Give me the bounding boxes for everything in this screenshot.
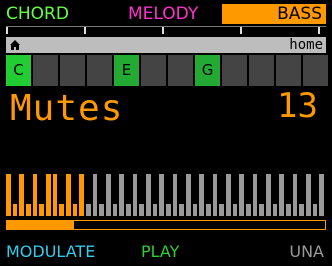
key-1[interactable] [33, 55, 58, 86]
tick-ruler [6, 26, 326, 35]
tab-melody[interactable]: MELODY [128, 4, 198, 24]
ruler-tick [318, 27, 320, 34]
step-36[interactable] [246, 204, 251, 216]
step-5[interactable] [39, 204, 44, 216]
step-10[interactable] [72, 204, 78, 216]
step-13[interactable] [92, 174, 98, 216]
step-17[interactable] [119, 174, 124, 216]
step-9[interactable] [66, 174, 71, 216]
step-3[interactable] [26, 204, 31, 216]
step-22[interactable] [152, 204, 158, 216]
step-35[interactable] [239, 174, 244, 216]
key-8[interactable] [222, 55, 247, 86]
step-27[interactable] [186, 174, 191, 216]
home-icon[interactable] [9, 38, 21, 52]
key-6[interactable] [168, 55, 193, 86]
step-30[interactable] [206, 204, 211, 216]
step-25[interactable] [172, 174, 178, 216]
step-44[interactable] [299, 204, 304, 216]
step-12[interactable] [86, 204, 91, 216]
key-5[interactable] [141, 55, 166, 86]
step-6[interactable] [46, 174, 51, 216]
modulate-button[interactable]: MODULATE [6, 242, 95, 262]
parameter-name: Mutes [10, 88, 124, 129]
step-43[interactable] [292, 174, 298, 216]
step-29[interactable] [199, 174, 204, 216]
play-button[interactable]: PLAY [141, 242, 179, 262]
key-3[interactable] [87, 55, 112, 86]
step-20[interactable] [139, 204, 144, 216]
step-18[interactable] [126, 204, 131, 216]
step-39[interactable] [266, 174, 271, 216]
step-41[interactable] [279, 174, 284, 216]
step-2[interactable] [19, 174, 24, 216]
step-45[interactable] [306, 174, 311, 216]
step-4[interactable] [32, 174, 38, 216]
step-28[interactable] [192, 204, 198, 216]
step-40[interactable] [272, 204, 278, 216]
step-1[interactable] [12, 204, 18, 216]
ruler-tick [6, 27, 8, 34]
step-42[interactable] [286, 204, 291, 216]
step-16[interactable] [112, 204, 118, 216]
tab-chord[interactable]: CHORD [6, 4, 69, 24]
bass-screen: CHORD MELODY BASS home C E G Mutes 13 MODU… [0, 0, 332, 266]
step-14[interactable] [99, 204, 104, 216]
step-24[interactable] [166, 204, 171, 216]
step-33[interactable] [226, 174, 231, 216]
key-7[interactable]: G [195, 55, 220, 86]
step-31[interactable] [212, 174, 218, 216]
step-21[interactable] [146, 174, 151, 216]
step-pattern[interactable] [6, 172, 326, 216]
step-11[interactable] [79, 174, 84, 216]
step-37[interactable] [252, 174, 258, 216]
step-34[interactable] [232, 204, 238, 216]
parameter-value[interactable]: 13 [277, 86, 318, 126]
key-4[interactable]: E [114, 55, 139, 86]
step-38[interactable] [259, 204, 264, 216]
step-15[interactable] [106, 174, 111, 216]
step-47[interactable] [319, 174, 324, 216]
step-26[interactable] [179, 204, 184, 216]
ruler-tick [240, 27, 242, 34]
step-23[interactable] [159, 174, 164, 216]
key-2[interactable] [60, 55, 85, 86]
step-46[interactable] [312, 204, 318, 216]
key-9[interactable] [249, 55, 274, 86]
ruler-tick [162, 27, 164, 34]
step-7[interactable] [52, 174, 58, 216]
key-0[interactable]: C [6, 55, 31, 86]
key-strip: CEG [6, 55, 328, 86]
location-bar: home [6, 37, 326, 53]
ruler-tick [84, 27, 86, 34]
step-32[interactable] [219, 204, 224, 216]
progress-bar [6, 220, 326, 230]
tab-bass[interactable]: BASS [222, 4, 326, 24]
una-button[interactable]: UNA [289, 242, 324, 262]
step-19[interactable] [132, 174, 138, 216]
key-10[interactable] [276, 55, 301, 86]
step-0[interactable] [6, 174, 11, 216]
progress-fill [7, 221, 74, 229]
step-8[interactable] [59, 204, 64, 216]
location-label: home [289, 37, 323, 53]
key-11[interactable] [303, 55, 328, 86]
